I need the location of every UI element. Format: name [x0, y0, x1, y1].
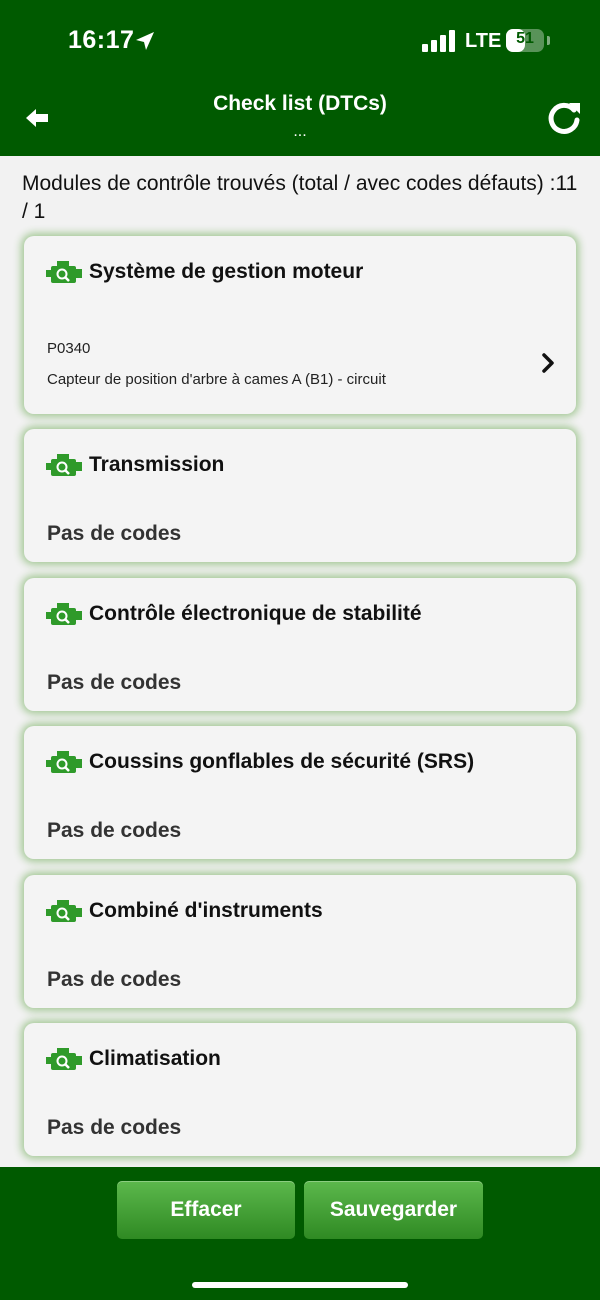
- page-title: Check list (DTCs): [213, 92, 387, 115]
- footer-toolbar: Effacer Sauvegarder: [0, 1167, 600, 1300]
- module-card-srs[interactable]: Coussins gonflables de sécurité (SRS) Pa…: [24, 726, 576, 859]
- module-card-stability[interactable]: Contrôle électronique de stabilité Pas d…: [24, 578, 576, 711]
- module-status: Pas de codes: [47, 968, 182, 991]
- battery-nub: [547, 36, 550, 45]
- module-title: Coussins gonflables de sécurité (SRS): [89, 750, 475, 773]
- save-button[interactable]: Sauvegarder: [304, 1181, 483, 1239]
- module-card-engine[interactable]: Système de gestion moteur P0340 Capteur …: [24, 236, 576, 414]
- engine-icon: [46, 454, 82, 476]
- engine-icon: [46, 751, 82, 773]
- module-card-transmission[interactable]: Transmission Pas de codes: [24, 429, 576, 562]
- location-arrow-icon: [136, 32, 154, 50]
- status-time: 16:17: [68, 26, 135, 54]
- module-title: Contrôle électronique de stabilité: [89, 602, 422, 625]
- dtc-description: Capteur de position d'arbre à cames A (B…: [47, 371, 386, 388]
- dtc-code: P0340: [47, 340, 91, 357]
- engine-icon: [46, 261, 82, 283]
- status-bar: 16:17 LTE 51: [0, 0, 600, 84]
- module-status: Pas de codes: [47, 1116, 182, 1139]
- refresh-icon[interactable]: [545, 99, 583, 137]
- module-title: Climatisation: [89, 1047, 221, 1070]
- module-title: Combiné d'instruments: [89, 899, 323, 922]
- module-status: Pas de codes: [47, 522, 182, 545]
- engine-icon: [46, 603, 82, 625]
- app-header: 16:17 LTE 51 Check list (DTCs) ...: [0, 0, 600, 156]
- battery-level: 51: [516, 30, 534, 47]
- engine-icon: [46, 1048, 82, 1070]
- home-indicator[interactable]: [192, 1282, 408, 1288]
- cellular-signal-icon: [422, 30, 455, 52]
- module-status: Pas de codes: [47, 671, 182, 694]
- module-title: Transmission: [89, 453, 225, 476]
- module-title: Système de gestion moteur: [89, 260, 364, 283]
- chevron-right-icon[interactable]: [540, 353, 556, 373]
- clear-button[interactable]: Effacer: [117, 1181, 295, 1239]
- module-status: Pas de codes: [47, 819, 182, 842]
- module-card-climate[interactable]: Climatisation Pas de codes: [24, 1023, 576, 1156]
- network-type: LTE: [465, 30, 502, 52]
- module-card-instrument-cluster[interactable]: Combiné d'instruments Pas de codes: [24, 875, 576, 1008]
- battery-icon: 51: [506, 29, 544, 52]
- page-subtitle: ...: [293, 123, 307, 140]
- engine-icon: [46, 900, 82, 922]
- modules-summary: Modules de contrôle trouvés (total / ave…: [22, 172, 578, 223]
